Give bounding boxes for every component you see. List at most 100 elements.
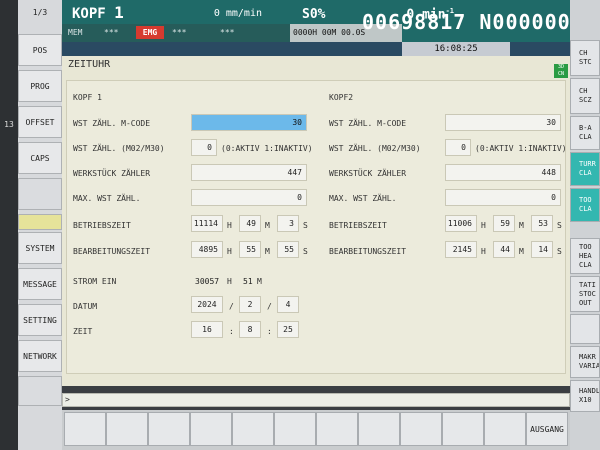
softkey-chuck-scz[interactable]: CH SCZ bbox=[570, 78, 600, 114]
head1-runtime-hours[interactable]: 11114 bbox=[191, 215, 223, 232]
head1-max-label: MAX. WST ZÄHL. bbox=[73, 194, 141, 203]
softkey-handle-x10[interactable]: HANDL X10 bbox=[570, 380, 600, 412]
head2-m02m30-field[interactable]: 0 bbox=[445, 139, 471, 156]
power-on-hours: 30057 bbox=[195, 277, 220, 286]
head-number: 1 bbox=[114, 3, 124, 22]
head1-max-field[interactable]: 0 bbox=[191, 189, 307, 206]
date-month[interactable]: 2 bbox=[239, 296, 261, 313]
softkey-message[interactable]: MESSAGE bbox=[18, 268, 62, 300]
head1-runtime-label: BETRIEBSZEIT bbox=[73, 221, 131, 230]
head2-max-field[interactable]: 0 bbox=[445, 189, 561, 206]
softkey-system[interactable]: SYSTEM bbox=[18, 232, 62, 264]
feed-unit: mm/min bbox=[225, 8, 262, 19]
head2-runtime-seconds[interactable]: 53 bbox=[531, 215, 553, 232]
head2-machining-minutes[interactable]: 44 bbox=[493, 241, 515, 258]
head1-counter-field[interactable]: 447 bbox=[191, 164, 307, 181]
head2-mcode-field[interactable]: 30 bbox=[445, 114, 561, 131]
timer-panel: ZEITUHR 3D CN KOPF 1 WST ZÄHL. M-CODE 30… bbox=[62, 56, 570, 386]
head1-mcode-label: WST ZÄHL. M-CODE bbox=[73, 119, 151, 128]
softkey-macro-variable[interactable]: MAKR VARIAB bbox=[570, 346, 600, 378]
softkey-b-axis-clamp[interactable]: B-A CLA bbox=[570, 116, 600, 150]
head1-runtime-seconds[interactable]: 3 bbox=[277, 215, 299, 232]
power-on-minutes: 51 bbox=[243, 277, 253, 286]
time-minute[interactable]: 8 bbox=[239, 321, 261, 338]
softkey-bottom-3[interactable] bbox=[148, 412, 190, 446]
left-softkey-column: 13 1/3 POS PROG OFFSET CAPS SYSTEM MESSA… bbox=[0, 0, 62, 450]
time-second[interactable]: 25 bbox=[277, 321, 299, 338]
softkey-page-indicator: 1/3 bbox=[32, 7, 48, 17]
head1-counter-label: WERKSTÜCK ZÄHLER bbox=[73, 169, 151, 178]
softkey-tail-stock-out[interactable]: TATI STOC OUT bbox=[570, 276, 600, 312]
softkey-tool-head-clamp[interactable]: TOO HEA CLA bbox=[570, 238, 600, 274]
softkey-bottom-2[interactable] bbox=[106, 412, 148, 446]
softkey-bottom-7[interactable] bbox=[316, 412, 358, 446]
softkey-active-indicator bbox=[18, 214, 62, 230]
head1-machining-label: BEARBEITUNGSZEIT bbox=[73, 247, 151, 256]
left-bezel-strip: 13 bbox=[0, 0, 18, 450]
softkey-bottom-10[interactable] bbox=[442, 412, 484, 446]
softkey-chuck-stock[interactable]: CH STC bbox=[570, 40, 600, 76]
softkey-turret-clamp[interactable]: TURR CLA bbox=[570, 152, 600, 186]
softkey-label: TOO HEA CLA bbox=[579, 242, 592, 269]
feed-value: 0 bbox=[213, 8, 220, 19]
clock: 16:08:25 bbox=[402, 42, 510, 56]
head1-machining-minutes[interactable]: 55 bbox=[239, 241, 261, 258]
emg-badge: EMG bbox=[136, 26, 164, 39]
head2-machining-seconds[interactable]: 14 bbox=[531, 241, 553, 258]
head2-machining-hours[interactable]: 2145 bbox=[445, 241, 477, 258]
head-label: KOPF bbox=[72, 6, 106, 22]
head1-title: KOPF 1 bbox=[73, 93, 102, 102]
softkey-caps[interactable]: CAPS bbox=[18, 142, 62, 174]
head2-runtime-hours[interactable]: 11006 bbox=[445, 215, 477, 232]
softkey-bottom-11[interactable] bbox=[484, 412, 526, 446]
head2-counter-field[interactable]: 448 bbox=[445, 164, 561, 181]
softkey-blank-2[interactable] bbox=[18, 376, 62, 406]
softkey-bottom-4[interactable] bbox=[190, 412, 232, 446]
input-prompt: > bbox=[65, 395, 70, 404]
softkey-pos[interactable]: POS bbox=[18, 34, 62, 66]
softkey-bottom-6[interactable] bbox=[274, 412, 316, 446]
cnc-screen: 13 1/3 POS PROG OFFSET CAPS SYSTEM MESSA… bbox=[0, 0, 600, 450]
unit-h: H bbox=[227, 277, 232, 286]
unit-m: M bbox=[257, 277, 262, 286]
mode-badge: 3D CN bbox=[554, 64, 568, 78]
feed-readout: 0 mm/min bbox=[172, 8, 262, 19]
softkey-label: HANDL X10 bbox=[579, 387, 600, 404]
softkey-bottom-5[interactable] bbox=[232, 412, 274, 446]
softkey-bottom-9[interactable] bbox=[400, 412, 442, 446]
unit-m: M bbox=[265, 247, 270, 256]
unit-s: S bbox=[557, 221, 562, 230]
softkey-tool-clamp[interactable]: TOO CLA bbox=[570, 188, 600, 222]
unit-h: H bbox=[227, 221, 232, 230]
head1-mcode-field[interactable]: 30 bbox=[191, 114, 307, 131]
head1-m02m30-field[interactable]: 0 bbox=[191, 139, 217, 156]
unit-h: H bbox=[481, 247, 486, 256]
head2-m02m30-hint: (0:AKTIV 1:INAKTIV) bbox=[475, 144, 567, 153]
softkey-setting[interactable]: SETTING bbox=[18, 304, 62, 336]
softkey-network[interactable]: NETWORK bbox=[18, 340, 62, 372]
softkey-prog[interactable]: PROG bbox=[18, 70, 62, 102]
head1-runtime-minutes[interactable]: 49 bbox=[239, 215, 261, 232]
date-day[interactable]: 4 bbox=[277, 296, 299, 313]
head1-machining-seconds[interactable]: 55 bbox=[277, 241, 299, 258]
softkey-ausgang[interactable]: AUSGANG bbox=[526, 412, 568, 446]
softkey-offset[interactable]: OFFSET bbox=[18, 106, 62, 138]
softkey-label: TOO CLA bbox=[579, 196, 592, 213]
head2-counter-label: WERKSTÜCK ZÄHLER bbox=[329, 169, 407, 178]
head2-runtime-label: BETRIEBSZEIT bbox=[329, 221, 387, 230]
time-separator: : bbox=[229, 327, 234, 336]
time-hour[interactable]: 16 bbox=[191, 321, 223, 338]
softkey-bottom-1[interactable] bbox=[64, 412, 106, 446]
key-input-line[interactable]: > bbox=[62, 393, 570, 407]
head2-runtime-minutes[interactable]: 59 bbox=[493, 215, 515, 232]
date-year[interactable]: 2024 bbox=[191, 296, 223, 313]
unit-m: M bbox=[265, 221, 270, 230]
head1-machining-hours[interactable]: 4895 bbox=[191, 241, 223, 258]
right-softkey-column: CH STC CH SCZ B-A CLA TURR CLA TOO CLA T… bbox=[570, 0, 600, 450]
mode-text: MEM bbox=[68, 28, 83, 37]
softkey-blank-1[interactable] bbox=[18, 178, 62, 210]
softkey-blank-right[interactable] bbox=[570, 314, 600, 344]
date-label: DATUM bbox=[73, 302, 98, 311]
softkey-bottom-8[interactable] bbox=[358, 412, 400, 446]
softkey-label: CH STC bbox=[579, 49, 592, 66]
